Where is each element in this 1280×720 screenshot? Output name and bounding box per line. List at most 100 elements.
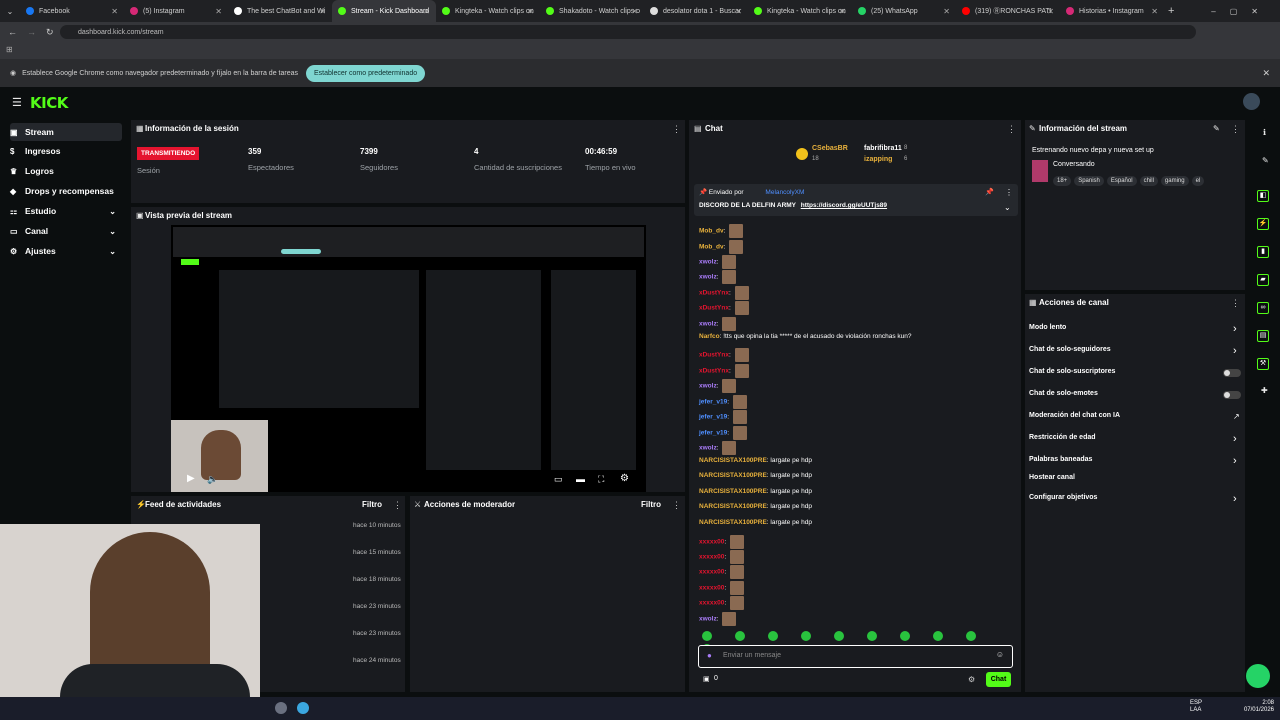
edit-stream-icon[interactable]: ✎ bbox=[1213, 124, 1220, 133]
pencil-icon[interactable]: ✎ bbox=[1262, 156, 1269, 165]
chat-emote-icon[interactable] bbox=[729, 550, 744, 564]
sidebar-item-ajustes[interactable]: ⚙ Ajustes ⌄ bbox=[10, 243, 122, 259]
close-tab-icon[interactable]: ✕ bbox=[631, 7, 638, 16]
stream-info-menu-icon[interactable]: ⋮ bbox=[1231, 124, 1240, 135]
send-chat-button[interactable]: Chat bbox=[986, 672, 1011, 687]
tag[interactable]: Español bbox=[1106, 176, 1137, 186]
layout-icon[interactable]: ▤ bbox=[1257, 330, 1269, 342]
browser-tab[interactable]: Historias • Instagram ✕ bbox=[1060, 0, 1164, 22]
browser-tab[interactable]: Shakadoto - Watch clips o ✕ bbox=[540, 0, 644, 22]
pip-icon[interactable]: ▭ bbox=[554, 474, 563, 485]
chat-emote-icon[interactable] bbox=[722, 317, 737, 331]
chat-emote-icon[interactable] bbox=[734, 286, 749, 300]
feed-filter-button[interactable]: Filtro bbox=[362, 500, 382, 509]
chat-emote-icon[interactable] bbox=[734, 301, 749, 315]
channel-action-item[interactable]: Moderación del chat con IA bbox=[1029, 412, 1120, 419]
mod-menu-icon[interactable]: ⋮ bbox=[672, 500, 681, 511]
chevron-right-icon[interactable]: › bbox=[1233, 455, 1237, 467]
taskbar-app-icon[interactable] bbox=[297, 702, 309, 714]
feed-menu-icon[interactable]: ⋮ bbox=[393, 500, 402, 511]
channel-action-item[interactable]: Chat de solo-seguidores bbox=[1029, 346, 1111, 353]
pinned-menu-icon[interactable]: ⋮ bbox=[1005, 188, 1013, 197]
chat-username[interactable]: xDustYnx bbox=[699, 290, 729, 297]
chat-username[interactable]: Mob_dv bbox=[699, 244, 724, 251]
chat-emote-icon[interactable] bbox=[722, 270, 737, 284]
channel-action-item[interactable]: Chat de solo-suscriptores bbox=[1029, 368, 1115, 375]
chat-username[interactable]: Narfco bbox=[699, 333, 720, 340]
top-user-2[interactable]: fabrifibra11 bbox=[864, 145, 902, 152]
chat-emote-icon[interactable] bbox=[732, 410, 747, 424]
chat-bubble-icon[interactable]: ▰ bbox=[1257, 274, 1269, 286]
close-tab-icon[interactable]: ✕ bbox=[111, 7, 118, 16]
sidebar-item-stream[interactable]: ▣ Stream bbox=[10, 123, 122, 141]
category-thumbnail[interactable] bbox=[1032, 160, 1048, 182]
chevron-right-icon[interactable]: › bbox=[1233, 323, 1237, 335]
tab-search-icon[interactable]: ⌄ bbox=[0, 7, 20, 16]
chat-username[interactable]: NARCISISTAX100PRE bbox=[699, 503, 767, 510]
browser-tab[interactable]: The best ChatBot and Wi ✕ bbox=[228, 0, 332, 22]
close-tab-icon[interactable]: ✕ bbox=[839, 7, 846, 16]
sidebar-item-ingresos[interactable]: $ Ingresos bbox=[10, 143, 122, 159]
pinned-collapse-icon[interactable]: ⌄ bbox=[1004, 203, 1011, 212]
chat-username[interactable]: xwolz bbox=[699, 383, 717, 390]
fullscreen-icon[interactable]: ⛶ bbox=[598, 474, 604, 485]
keyboard-language[interactable]: ESP LAA bbox=[1190, 700, 1202, 714]
tag[interactable]: chill bbox=[1139, 176, 1158, 186]
channel-action-item[interactable]: Restricción de edad bbox=[1029, 434, 1096, 441]
link-icon[interactable]: ∞ bbox=[1257, 302, 1269, 314]
close-tab-icon[interactable]: ✕ bbox=[423, 7, 430, 16]
close-tab-icon[interactable]: ✕ bbox=[215, 7, 222, 16]
close-tab-icon[interactable]: ✕ bbox=[527, 7, 534, 16]
external-link-icon[interactable]: ↗ bbox=[1233, 412, 1240, 421]
channel-action-item[interactable]: Palabras baneadas bbox=[1029, 456, 1092, 463]
window-controls[interactable]: –▢✕ bbox=[1211, 7, 1272, 16]
session-menu-icon[interactable]: ⋮ bbox=[672, 124, 681, 135]
chevron-right-icon[interactable]: › bbox=[1233, 433, 1237, 445]
emote-picker-icon[interactable]: ☺ bbox=[996, 650, 1004, 659]
chat-username[interactable]: xDustYnx bbox=[699, 368, 729, 375]
chat-emote-icon[interactable] bbox=[729, 596, 744, 610]
sidebar-item-logros[interactable]: ♛ Logros bbox=[10, 163, 122, 179]
chat-emote-icon[interactable] bbox=[722, 379, 737, 393]
chat-username[interactable]: jefer_v19 bbox=[699, 414, 727, 421]
chat-username[interactable]: NARCISISTAX100PRE bbox=[699, 457, 767, 464]
browser-tab[interactable]: (5) Instagram ✕ bbox=[124, 0, 228, 22]
channel-action-item[interactable]: Hostear canal bbox=[1029, 474, 1075, 481]
shortcut-icon[interactable]: ◧ bbox=[1257, 190, 1269, 202]
chat-menu-icon[interactable]: ⋮ bbox=[1007, 124, 1016, 135]
new-tab-button[interactable]: + bbox=[1168, 5, 1174, 17]
chat-input[interactable]: ● Enviar un mensaje ☺ bbox=[698, 645, 1013, 668]
browser-tab[interactable]: Facebook ✕ bbox=[20, 0, 124, 22]
toggle-switch[interactable] bbox=[1223, 391, 1241, 399]
browser-tab[interactable]: Kingteka - Watch clips on ✕ bbox=[436, 0, 540, 22]
wallet-icon[interactable]: ▣ bbox=[703, 675, 710, 683]
chat-username[interactable]: xxxxx00 bbox=[699, 554, 724, 561]
set-default-button[interactable]: Establecer como predeterminado bbox=[306, 64, 426, 82]
chat-username[interactable]: Mob_dv bbox=[699, 228, 724, 235]
chat-username[interactable]: xDustYnx bbox=[699, 305, 729, 312]
quick-emotes-row[interactable] bbox=[702, 631, 1017, 654]
close-tab-icon[interactable]: ✕ bbox=[735, 7, 742, 16]
chat-username[interactable]: xwolz bbox=[699, 445, 717, 452]
browser-tab[interactable]: desolator dota 1 - Buscar ✕ bbox=[644, 0, 748, 22]
browser-tab[interactable]: Kingteka - Watch clips on ✕ bbox=[748, 0, 852, 22]
channel-actions-menu-icon[interactable]: ⋮ bbox=[1231, 298, 1240, 309]
chat-emote-icon[interactable] bbox=[729, 581, 744, 595]
browser-tab[interactable]: (25) WhatsApp ✕ bbox=[852, 0, 956, 22]
chat-emote-icon[interactable] bbox=[734, 348, 749, 362]
tag[interactable]: el bbox=[1191, 176, 1205, 186]
chat-username[interactable]: xwolz bbox=[699, 274, 717, 281]
close-infobar-icon[interactable]: ✕ bbox=[1262, 68, 1270, 79]
apps-icon[interactable]: ⊞ bbox=[6, 45, 13, 54]
unpin-icon[interactable]: 📌 bbox=[985, 188, 994, 196]
chat-username[interactable]: NARCISISTAX100PRE bbox=[699, 472, 767, 479]
chat-emote-icon[interactable] bbox=[729, 224, 744, 238]
taskbar-app-icon[interactable] bbox=[275, 702, 287, 714]
top-user-1[interactable]: CSebasBR bbox=[812, 145, 848, 152]
pinned-user[interactable]: MelancolyXM bbox=[765, 189, 804, 196]
chat-settings-icon[interactable]: ⚙ bbox=[968, 675, 975, 684]
reload-icon[interactable]: ↻ bbox=[46, 27, 54, 38]
menu-icon[interactable]: ☰ bbox=[12, 96, 22, 109]
pinned-link[interactable]: https://discord.gg/eUUTjs89 bbox=[801, 202, 887, 209]
chat-emote-icon[interactable] bbox=[732, 426, 747, 440]
